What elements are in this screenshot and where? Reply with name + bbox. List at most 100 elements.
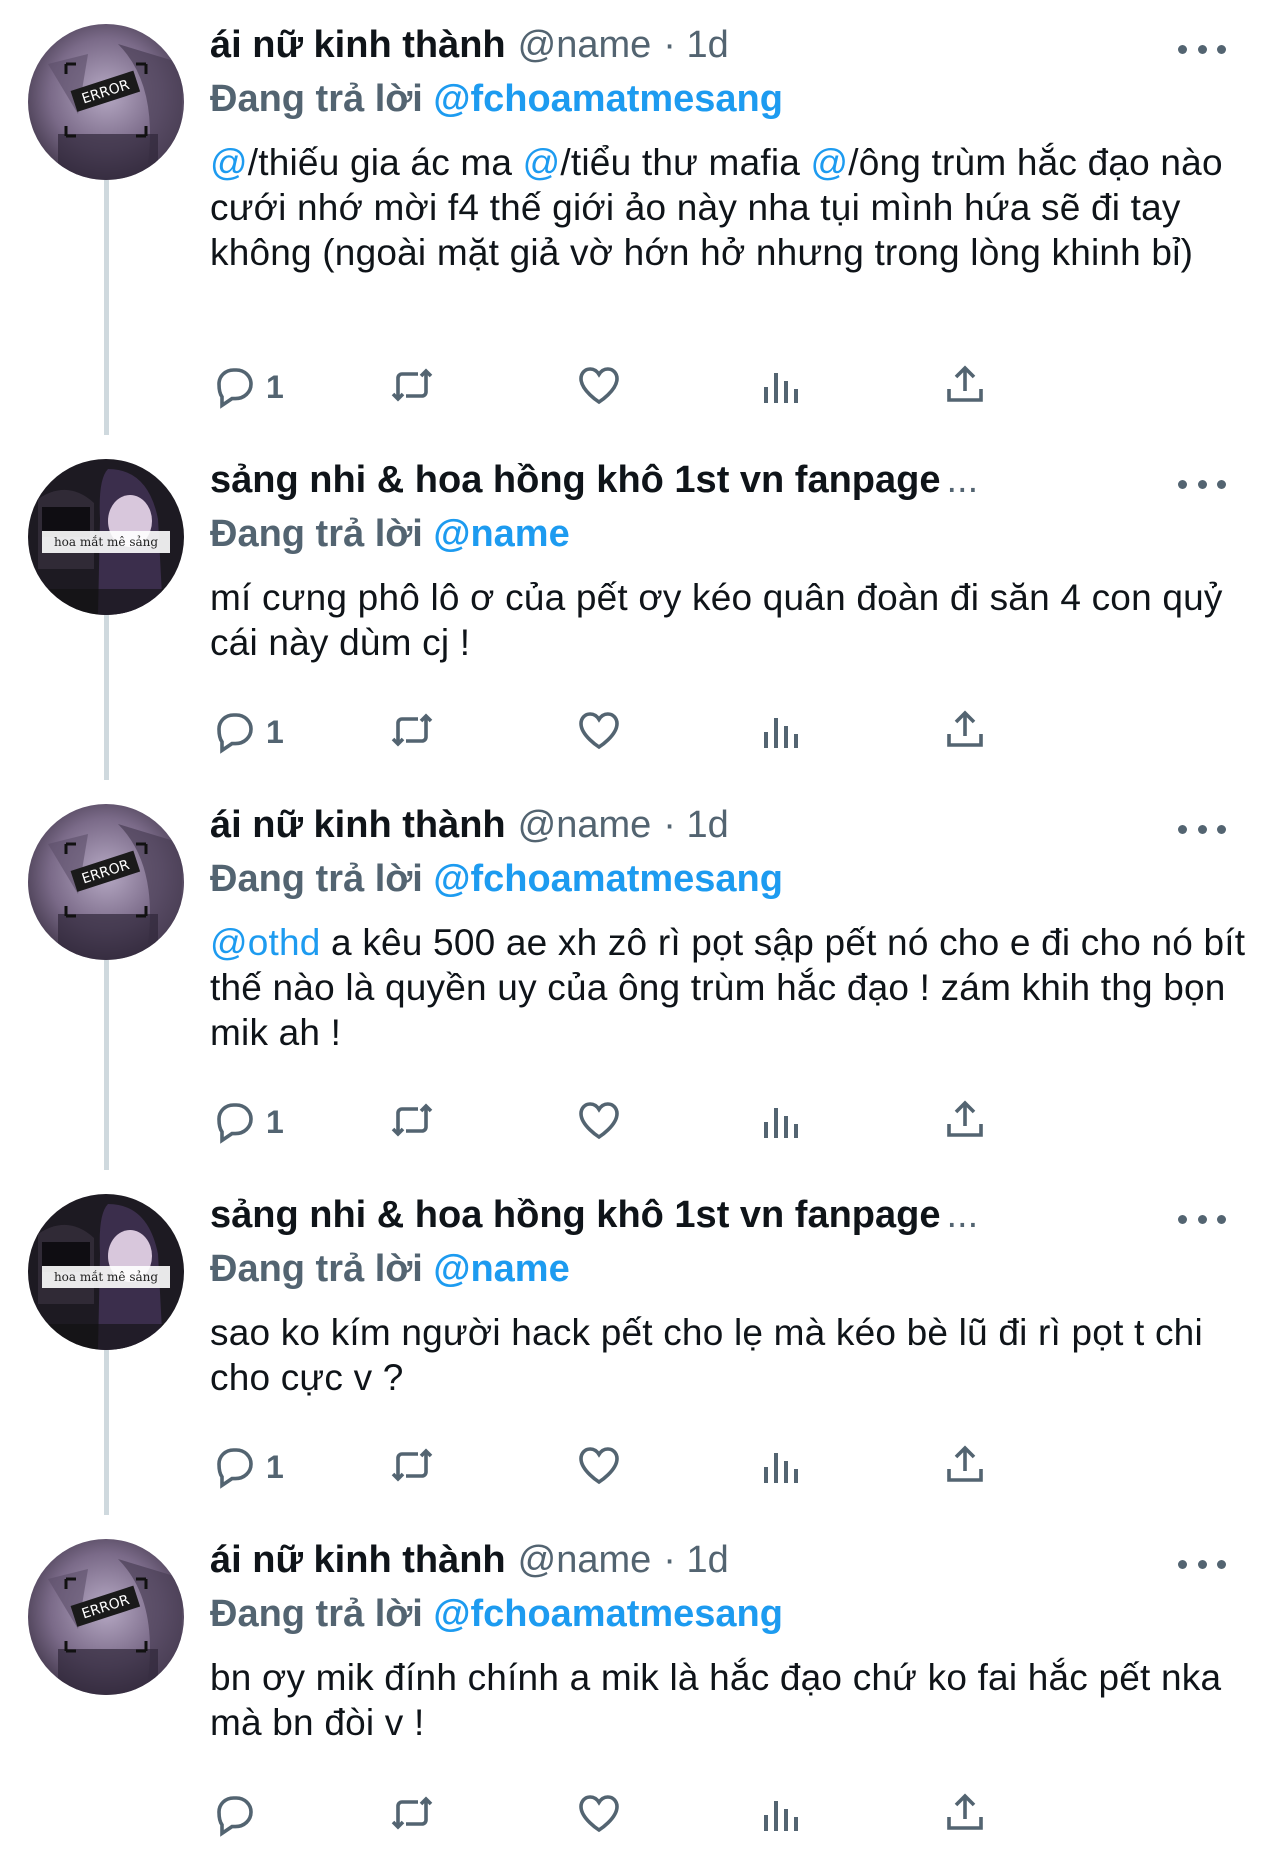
replying-label: Đang trả lời xyxy=(210,858,423,900)
tweet-text-segment: /thiếu gia ác ma xyxy=(247,142,523,183)
reply-button[interactable]: 1 xyxy=(210,1092,284,1152)
share-button[interactable] xyxy=(941,702,989,762)
share-button[interactable] xyxy=(941,1437,989,1497)
tweet-actions xyxy=(210,1785,1140,1845)
timestamp[interactable]: · 1d xyxy=(663,804,728,847)
more-icon[interactable] xyxy=(1178,34,1226,64)
avatar[interactable]: ERROR xyxy=(28,1539,184,1695)
reply-button[interactable]: 1 xyxy=(210,702,284,762)
tweet-text-segment: bn ơy mik đính chính a mik là hắc đạo ch… xyxy=(210,1657,1222,1743)
user-handle[interactable]: @name xyxy=(518,1539,652,1582)
retweet-icon xyxy=(388,1096,436,1149)
like-button[interactable] xyxy=(575,1785,623,1845)
avatar[interactable]: hoa mắt mê sảng xyxy=(28,1194,184,1350)
tweet-text: bn ơy mik đính chính a mik là hắc đạo ch… xyxy=(210,1655,1248,1745)
avatar[interactable]: ERROR xyxy=(28,804,184,960)
user-handle[interactable]: @name xyxy=(518,804,652,847)
more-icon[interactable] xyxy=(1178,1549,1226,1579)
timestamp[interactable]: · 1d xyxy=(663,1539,728,1582)
views-button[interactable] xyxy=(758,357,806,417)
retweet-button[interactable] xyxy=(388,1785,436,1845)
reply-icon xyxy=(210,706,258,759)
mention-link[interactable]: @othd xyxy=(210,922,321,963)
views-button[interactable] xyxy=(758,1785,806,1845)
display-name[interactable]: ái nữ kinh thành xyxy=(210,1539,506,1582)
tweet-actions: 1 xyxy=(210,702,1140,762)
mention-link[interactable]: @ xyxy=(811,142,849,183)
views-button[interactable] xyxy=(758,1092,806,1152)
reply-button[interactable]: 1 xyxy=(210,357,284,417)
replying-to-handle[interactable]: @fchoamatmesang xyxy=(433,78,783,120)
views-icon xyxy=(758,1441,806,1494)
retweet-icon xyxy=(388,361,436,414)
display-name[interactable]: sảng nhi & hoa hồng khô 1st vn fanpage xyxy=(210,1194,941,1237)
replying-to-handle[interactable]: @fchoamatmesang xyxy=(433,858,783,900)
like-button[interactable] xyxy=(575,357,623,417)
more-icon[interactable] xyxy=(1178,469,1226,499)
tweet[interactable]: ERROR ái nữ kinh thành @name · 1d Đang trả l… xyxy=(0,0,1288,340)
replying-to-line: Đang trả lời @name xyxy=(210,513,1248,563)
views-button[interactable] xyxy=(758,702,806,762)
reply-icon xyxy=(210,1096,258,1149)
tweet-text: mí cưng phô lô ơ của pết ơy kéo quân đoà… xyxy=(210,575,1248,665)
svg-text:hoa mắt mê sảng: hoa mắt mê sảng xyxy=(54,1269,158,1284)
replying-label: Đang trả lời xyxy=(210,1248,423,1290)
tweet-text-segment: a kêu 500 ae xh zô rì pọt sập pết nó cho… xyxy=(210,922,1246,1053)
heart-icon xyxy=(575,1441,623,1494)
more-icon[interactable] xyxy=(1178,1204,1226,1234)
timestamp[interactable]: ... xyxy=(947,459,979,502)
like-button[interactable] xyxy=(575,1092,623,1152)
reply-button[interactable] xyxy=(210,1785,258,1845)
reply-icon xyxy=(210,1441,258,1494)
tweet-header: ái nữ kinh thành @name · 1d xyxy=(210,804,1248,856)
timestamp[interactable]: ... xyxy=(947,1194,979,1237)
avatar[interactable]: ERROR xyxy=(28,24,184,180)
mention-link[interactable]: @ xyxy=(210,142,248,183)
tweet-text-segment: sao ko kím người hack pết cho lẹ mà kéo … xyxy=(210,1312,1203,1398)
replying-to-handle[interactable]: @name xyxy=(433,1248,569,1290)
tweet-actions: 1 xyxy=(210,1437,1140,1497)
reply-thread: ERROR ái nữ kinh thành @name · 1d Đang trả l… xyxy=(0,0,1288,1842)
tweet-header: ái nữ kinh thành @name · 1d xyxy=(210,24,1248,76)
share-icon xyxy=(941,1789,989,1842)
tweet-text: @othd a kêu 500 ae xh zô rì pọt sập pết … xyxy=(210,920,1248,1055)
share-button[interactable] xyxy=(941,1092,989,1152)
user-handle[interactable]: @name xyxy=(518,24,652,67)
like-button[interactable] xyxy=(575,702,623,762)
tweet-header: sảng nhi & hoa hồng khô 1st vn fanpage..… xyxy=(210,459,1248,511)
replying-to-line: Đang trả lời @name xyxy=(210,1248,1248,1298)
retweet-button[interactable] xyxy=(388,1092,436,1152)
replying-to-handle[interactable]: @fchoamatmesang xyxy=(433,1593,783,1635)
tweet[interactable]: ERROR ái nữ kinh thành @name · 1d Đang trả l… xyxy=(0,780,1288,1120)
retweet-button[interactable] xyxy=(388,357,436,417)
replying-to-line: Đang trả lời @fchoamatmesang xyxy=(210,78,1248,128)
like-button[interactable] xyxy=(575,1437,623,1497)
tweet-header: sảng nhi & hoa hồng khô 1st vn fanpage..… xyxy=(210,1194,1248,1246)
share-button[interactable] xyxy=(941,1785,989,1845)
replying-to-handle[interactable]: @name xyxy=(433,513,569,555)
heart-icon xyxy=(575,361,623,414)
share-icon xyxy=(941,1096,989,1149)
tweet-actions: 1 xyxy=(210,357,1140,417)
retweet-button[interactable] xyxy=(388,702,436,762)
display-name[interactable]: ái nữ kinh thành xyxy=(210,24,506,67)
more-icon[interactable] xyxy=(1178,814,1226,844)
tweet-text-segment: /tiểu thư mafia xyxy=(560,142,811,183)
share-icon xyxy=(941,361,989,414)
replying-label: Đang trả lời xyxy=(210,78,423,120)
reply-icon xyxy=(210,1789,258,1842)
timestamp[interactable]: · 1d xyxy=(663,24,728,67)
avatar[interactable]: hoa mắt mê sảng xyxy=(28,459,184,615)
views-icon xyxy=(758,361,806,414)
heart-icon xyxy=(575,1096,623,1149)
share-icon xyxy=(941,706,989,759)
reply-button[interactable]: 1 xyxy=(210,1437,284,1497)
reply-icon xyxy=(210,361,258,414)
replying-to-line: Đang trả lời @fchoamatmesang xyxy=(210,1593,1248,1643)
share-button[interactable] xyxy=(941,357,989,417)
views-button[interactable] xyxy=(758,1437,806,1497)
display-name[interactable]: ái nữ kinh thành xyxy=(210,804,506,847)
retweet-button[interactable] xyxy=(388,1437,436,1497)
display-name[interactable]: sảng nhi & hoa hồng khô 1st vn fanpage xyxy=(210,459,941,502)
mention-link[interactable]: @ xyxy=(523,142,561,183)
